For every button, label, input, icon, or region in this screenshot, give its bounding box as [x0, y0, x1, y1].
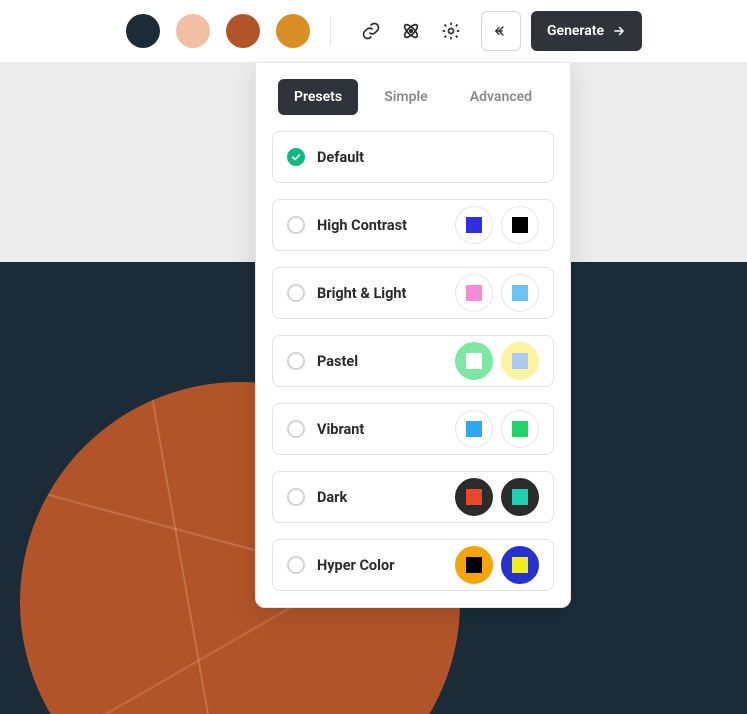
- palette-swatches: [126, 14, 310, 48]
- color-chip: [455, 342, 493, 380]
- preset-list: Default High Contrast Bright & Light Pastel…: [272, 131, 554, 591]
- radio-unchecked: [287, 556, 305, 574]
- color-chip: [455, 410, 493, 448]
- dropdown-tabs: Presets Simple Advanced: [272, 79, 554, 115]
- palette-swatch-0[interactable]: [126, 14, 160, 48]
- color-chip: [501, 478, 539, 516]
- preset-high-contrast[interactable]: High Contrast: [272, 199, 554, 251]
- color-chip-inner: [466, 489, 482, 505]
- preset-chips: [455, 410, 539, 448]
- preset-chips: [455, 478, 539, 516]
- radio-unchecked: [287, 488, 305, 506]
- color-chip: [501, 206, 539, 244]
- tab-advanced[interactable]: Advanced: [454, 79, 548, 115]
- preset-label: Bright & Light: [317, 285, 455, 302]
- color-chip-inner: [466, 353, 482, 369]
- color-chip: [455, 206, 493, 244]
- color-chip: [501, 546, 539, 584]
- preset-chips: [455, 342, 539, 380]
- color-chip-inner: [466, 421, 482, 437]
- color-chip-inner: [512, 353, 528, 369]
- color-chip-inner: [466, 217, 482, 233]
- toolbar: Generate: [0, 0, 747, 62]
- preset-pastel[interactable]: Pastel: [272, 335, 554, 387]
- preset-label: Pastel: [317, 353, 455, 370]
- preset-label: Default: [317, 149, 539, 166]
- divider: [330, 16, 331, 46]
- color-chip-inner: [466, 285, 482, 301]
- radio-unchecked: [287, 284, 305, 302]
- palette-swatch-3[interactable]: [276, 14, 310, 48]
- color-chip: [501, 410, 539, 448]
- color-chip-inner: [512, 285, 528, 301]
- preset-chips: [455, 546, 539, 584]
- link-icon[interactable]: [351, 11, 391, 51]
- preset-hyper-color[interactable]: Hyper Color: [272, 539, 554, 591]
- arrow-right-icon: [612, 24, 626, 38]
- preset-label: High Contrast: [317, 217, 455, 234]
- tab-simple[interactable]: Simple: [368, 79, 443, 115]
- color-chip: [455, 546, 493, 584]
- preset-label: Vibrant: [317, 421, 455, 438]
- settings-dropdown: Presets Simple Advanced Default High Contra…: [255, 62, 571, 608]
- color-chip-inner: [512, 217, 528, 233]
- radio-unchecked: [287, 216, 305, 234]
- color-chip: [455, 478, 493, 516]
- palette-swatch-1[interactable]: [176, 14, 210, 48]
- gear-icon[interactable]: [431, 11, 471, 51]
- preset-chips: [455, 274, 539, 312]
- palette-swatch-2[interactable]: [226, 14, 260, 48]
- preset-bright-light[interactable]: Bright & Light: [272, 267, 554, 319]
- generate-label: Generate: [547, 23, 604, 39]
- preset-label: Dark: [317, 489, 455, 506]
- check-icon: [287, 148, 305, 166]
- radio-unchecked: [287, 352, 305, 370]
- preset-label: Hyper Color: [317, 557, 455, 574]
- color-chip-inner: [466, 557, 482, 573]
- radio-unchecked: [287, 420, 305, 438]
- preset-vibrant[interactable]: Vibrant: [272, 403, 554, 455]
- color-chip: [501, 274, 539, 312]
- preset-default[interactable]: Default: [272, 131, 554, 183]
- preset-dark[interactable]: Dark: [272, 471, 554, 523]
- atom-icon[interactable]: [391, 11, 431, 51]
- color-chip: [455, 274, 493, 312]
- color-chip: [501, 342, 539, 380]
- color-chip-inner: [512, 421, 528, 437]
- back-button[interactable]: [481, 11, 521, 51]
- preset-chips: [455, 206, 539, 244]
- generate-button[interactable]: Generate: [531, 11, 642, 51]
- tab-presets[interactable]: Presets: [278, 79, 358, 115]
- color-chip-inner: [512, 489, 528, 505]
- color-chip-inner: [512, 557, 528, 573]
